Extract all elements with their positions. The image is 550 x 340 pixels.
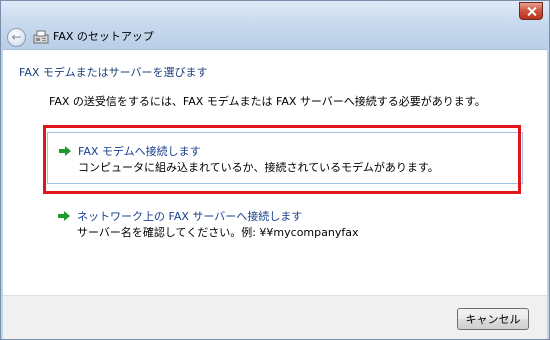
back-arrow-icon[interactable]: ← <box>7 28 26 47</box>
page-description: FAX の送受信をするには、FAX モデムまたは FAX サーバーへ接続する必要… <box>49 95 486 108</box>
option-modem-title: FAX モデムへ接続します <box>78 145 201 158</box>
wizard-footer: キャンセル <box>3 295 547 339</box>
window-title: FAX のセットアップ <box>53 30 154 43</box>
page-heading: FAX モデムまたはサーバーを選びます <box>19 66 208 79</box>
green-arrow-icon <box>59 146 71 156</box>
option-connect-fax-server[interactable]: ネットワーク上の FAX サーバーへ接続します サーバー名を確認してください。例… <box>47 208 523 248</box>
option-modem-subtitle: コンピュータに組み込まれているか、接続されているモデムがあります。 <box>78 161 439 174</box>
fax-setup-window: ← FAX のセットアップ FAX モデムまたはサーバーを選びます FAX の送… <box>0 0 550 340</box>
title-bar: ← FAX のセットアップ <box>1 1 549 49</box>
green-arrow-icon <box>58 211 70 221</box>
cancel-button[interactable]: キャンセル <box>457 308 529 330</box>
option-server-subtitle: サーバー名を確認してください。例: ¥¥mycompanyfax <box>77 226 359 239</box>
option-connect-modem[interactable]: FAX モデムへ接続します コンピュータに組み込まれているか、接続されているモデ… <box>47 132 523 184</box>
option-server-title: ネットワーク上の FAX サーバーへ接続します <box>77 210 303 223</box>
fax-machine-icon <box>33 30 49 44</box>
wizard-content: FAX モデムまたはサーバーを選びます FAX の送受信をするには、FAX モデ… <box>3 49 547 295</box>
close-button[interactable] <box>519 2 543 20</box>
